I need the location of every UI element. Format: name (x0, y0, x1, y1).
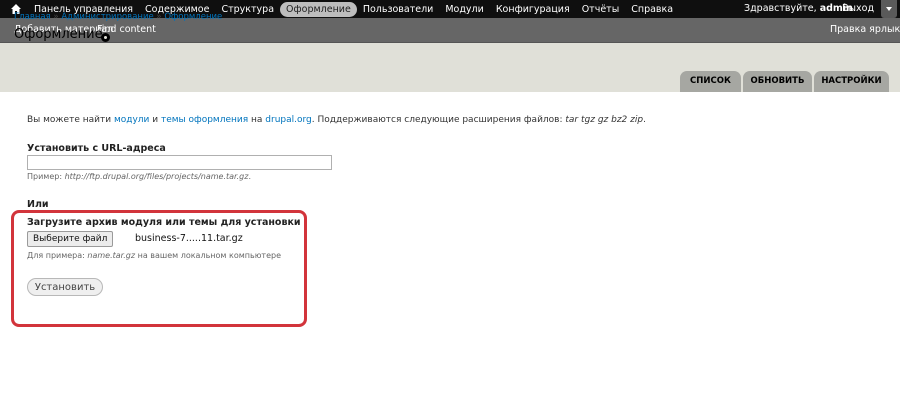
breadcrumb-appearance[interactable]: Оформление (164, 12, 222, 22)
menu-item-people[interactable]: Пользователи (357, 2, 440, 17)
or-label: Или (27, 199, 49, 210)
highlight-box (11, 210, 307, 327)
menu-item-modules[interactable]: Модули (439, 2, 489, 17)
menu-item-structure[interactable]: Структура (215, 2, 280, 17)
url-input[interactable] (27, 155, 332, 170)
breadcrumb-admin[interactable]: Администрирование (61, 12, 153, 22)
menu-item-reports[interactable]: Отчёты (576, 2, 626, 17)
tab-settings[interactable]: НАСТРОЙКИ (814, 71, 889, 92)
url-field-description: Пример: http://ftp.drupal.org/files/proj… (27, 172, 251, 181)
intro-prefix: Вы можете найти (27, 115, 114, 125)
menu-item-help[interactable]: Справка (625, 2, 679, 17)
url-desc-prefix: Пример: (27, 172, 65, 181)
breadcrumb-separator: » (156, 12, 162, 22)
themes-link[interactable]: темы оформления (161, 115, 248, 125)
modules-link[interactable]: модули (114, 115, 149, 125)
drupal-org-link[interactable]: drupal.org (265, 115, 311, 125)
toolbar-toggle-button[interactable] (881, 0, 897, 18)
allowed-extensions: tar tgz gz bz2 zip (565, 115, 644, 125)
edit-shortcuts-link[interactable]: Правка ярлыков (830, 18, 900, 42)
tab-list[interactable]: СПИСОК (680, 71, 741, 92)
url-field-label: Установить с URL-адреса (27, 143, 166, 154)
intro-text: Вы можете найти модули и темы оформления… (27, 115, 646, 125)
logout-link[interactable]: Выход (842, 0, 874, 18)
breadcrumb-home[interactable]: Главная (14, 12, 51, 22)
menu-item-configuration[interactable]: Конфигурация (490, 2, 576, 17)
greeting-text: Здравствуйте, (744, 3, 817, 14)
breadcrumb: Главная » Администрирование » Оформление (14, 12, 222, 22)
tab-update[interactable]: ОБНОВИТЬ (743, 71, 812, 92)
user-greeting: Здравствуйте, admin. (744, 3, 856, 14)
page-title: Оформление (14, 27, 103, 42)
intro-suffix: . Поддерживаются следующие расширения фа… (311, 115, 566, 125)
breadcrumb-separator: » (53, 12, 59, 22)
intro-and: и (149, 115, 161, 125)
intro-on: на (248, 115, 266, 125)
intro-end: . (643, 115, 646, 125)
url-desc-example: http://ftp.drupal.org/files/projects/nam… (64, 172, 249, 181)
url-desc-end: . (248, 172, 251, 181)
menu-item-appearance[interactable]: Оформление (280, 1, 357, 17)
shortcut-toggle-icon[interactable] (101, 33, 110, 42)
